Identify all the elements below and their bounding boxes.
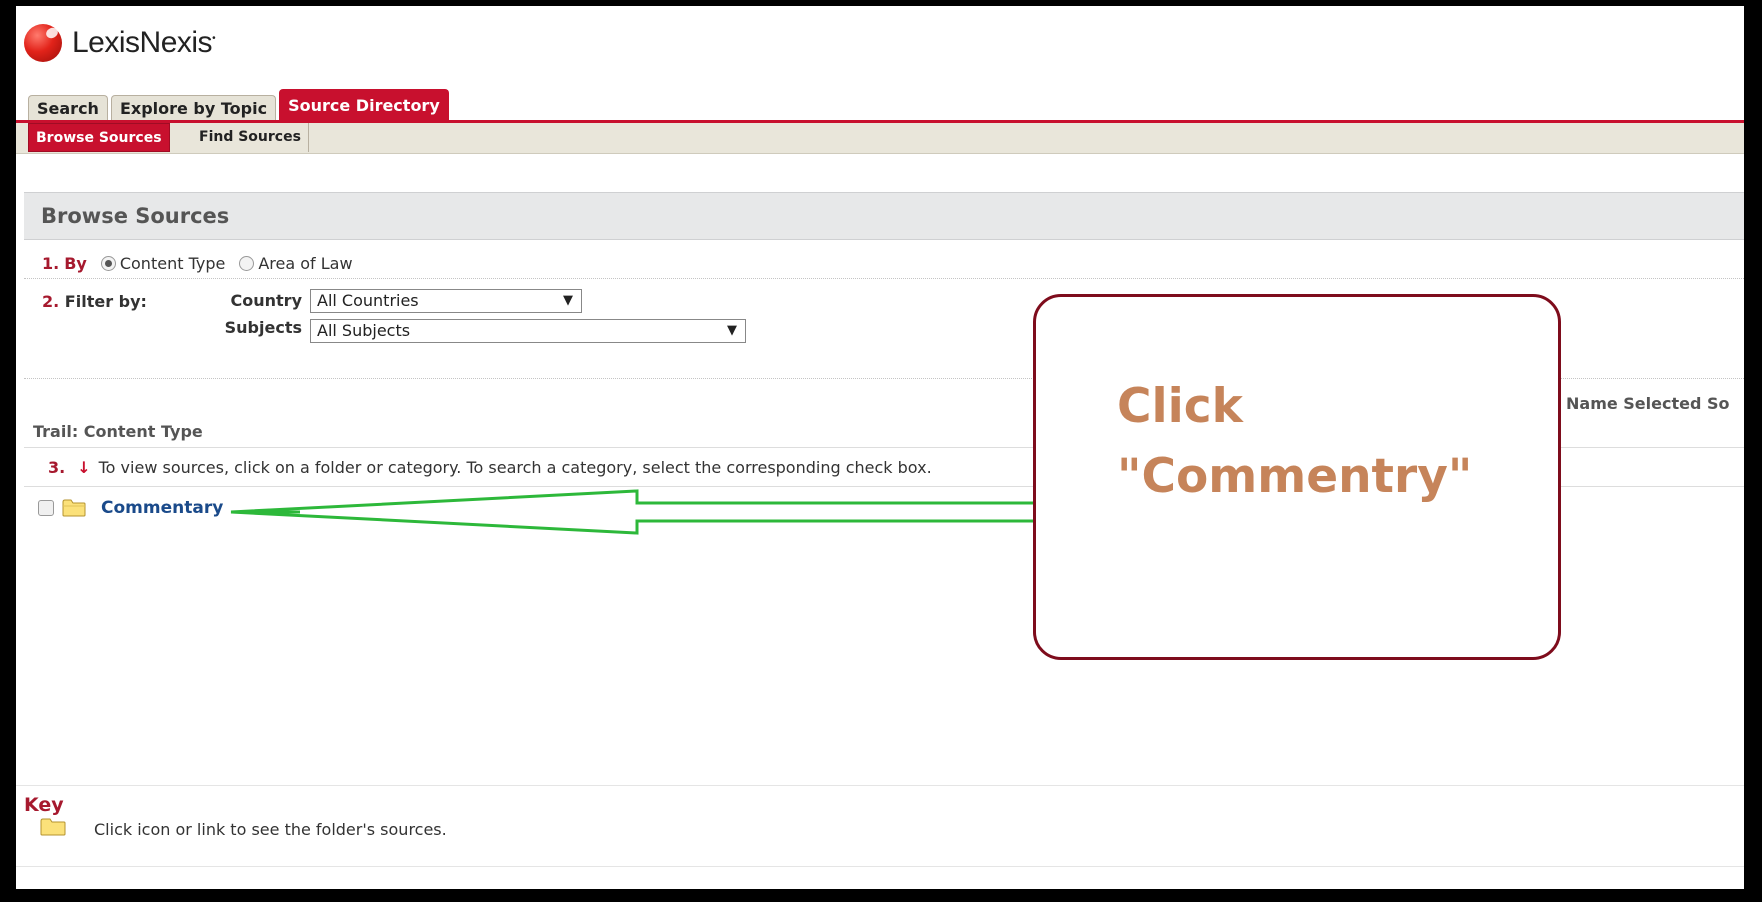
annotation-callout-text: Click "Commentry" bbox=[1117, 379, 1473, 504]
